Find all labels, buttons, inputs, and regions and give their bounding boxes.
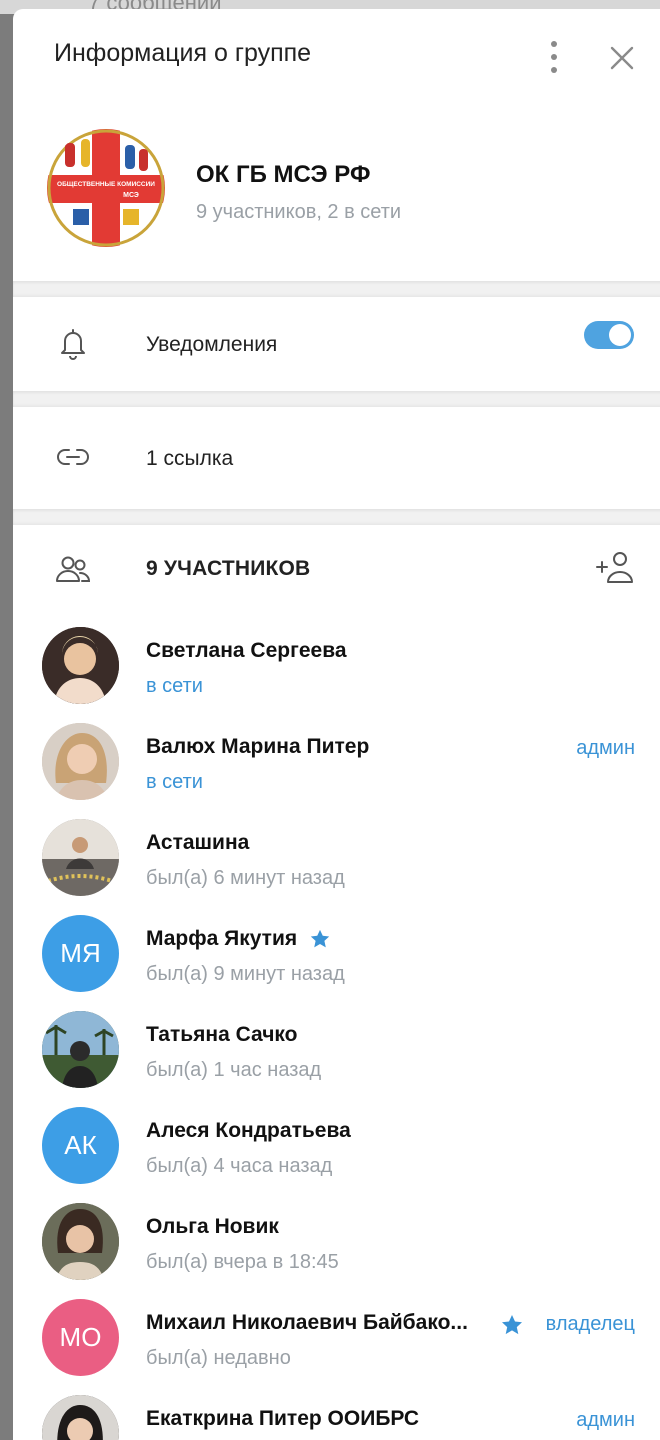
group-avatar[interactable]: ОБЩЕСТВЕННЫЕ КОМИССИИ МСЭ (47, 129, 165, 247)
member-name: Асташина (146, 831, 250, 854)
member-status: был(а) 9 минут назад (146, 963, 345, 985)
member-row[interactable]: Екаткрина Питер ООИБРС админ (13, 1393, 660, 1440)
member-status: был(а) 6 минут назад (146, 867, 345, 889)
member-name: Валюх Марина Питер (146, 735, 370, 758)
toggle-knob (609, 324, 631, 346)
panel-title: Информация о группе (54, 39, 312, 67)
member-avatar: МО (42, 1299, 119, 1376)
member-avatar (42, 1203, 119, 1280)
member-photo (42, 1203, 119, 1280)
premium-star-icon (310, 930, 330, 948)
members-header: 9 УЧАСТНИКОВ (13, 525, 660, 615)
svg-text:МСЭ: МСЭ (123, 192, 139, 199)
members-count-title: 9 УЧАСТНИКОВ (146, 557, 311, 580)
group-card: ОБЩЕСТВЕННЫЕ КОМИССИИ МСЭ ОК ГБ МСЭ РФ 9… (13, 105, 660, 281)
member-avatar (42, 1395, 119, 1440)
member-name: Марфа Якутия (146, 927, 298, 950)
notifications-label: Уведомления (146, 333, 278, 356)
member-photo (42, 723, 119, 800)
member-name: Татьяна Сачко (146, 1023, 298, 1046)
member-status: был(а) недавно (146, 1347, 291, 1369)
add-user-icon (596, 552, 633, 583)
bell-icon (61, 329, 85, 360)
member-name-wrap: Марфа Якутия (146, 927, 331, 951)
close-icon (610, 46, 634, 70)
member-role-badge: админ (576, 737, 635, 759)
member-name: Екаткрина Питер ООИБРС (146, 1407, 420, 1430)
member-status: был(а) вчера в 18:45 (146, 1251, 339, 1273)
member-photo (42, 819, 119, 896)
link-icon (57, 449, 89, 465)
section-divider (13, 391, 660, 407)
member-row[interactable]: Валюх Марина Питер в сети админ (13, 721, 660, 817)
section-divider (13, 281, 660, 297)
member-name: Михаил Николаевич Байбако... (146, 1311, 468, 1334)
links-label: 1 ссылка (146, 447, 234, 470)
group-members-count: 9 участников, 2 в сети (196, 201, 402, 223)
more-menu-button[interactable] (539, 37, 569, 77)
member-role-badge: владелец (545, 1313, 635, 1335)
group-name: ОК ГБ МСЭ РФ (196, 161, 371, 188)
member-row[interactable]: АК Алеся Кондратьева был(а) 4 часа назад (13, 1105, 660, 1201)
svg-text:ОБЩЕСТВЕННЫЕ КОМИССИИ: ОБЩЕСТВЕННЫЕ КОМИССИИ (57, 181, 155, 188)
notifications-toggle[interactable] (584, 321, 634, 349)
add-member-button[interactable] (593, 547, 637, 587)
member-photo (42, 1011, 119, 1088)
member-avatar (42, 627, 119, 704)
member-name: Светлана Сергеева (146, 639, 347, 662)
member-row[interactable]: МО Михаил Николаевич Байбако... владелец… (13, 1297, 660, 1393)
panel-header: Информация о группе (13, 9, 660, 105)
group-info-panel: Информация о группе ОБЩЕСТВЕННЫЕ КОМИССИ… (13, 9, 660, 1440)
member-photo (42, 627, 119, 704)
group-logo-image: ОБЩЕСТВЕННЫЕ КОМИССИИ МСЭ (47, 129, 165, 247)
member-row[interactable]: Ольга Новик был(а) вчера в 18:45 (13, 1201, 660, 1297)
member-photo (42, 1395, 119, 1440)
links-row[interactable]: 1 ссылка (13, 407, 660, 509)
premium-star-icon (502, 1315, 522, 1335)
member-status: в сети (146, 675, 203, 697)
member-name: Ольга Новик (146, 1215, 279, 1238)
member-row[interactable]: Татьяна Сачко был(а) 1 час назад (13, 1009, 660, 1105)
close-button[interactable] (605, 41, 639, 75)
member-name: Алеся Кондратьева (146, 1119, 351, 1142)
member-row[interactable]: МЯ Марфа Якутия был(а) 9 минут назад (13, 913, 660, 1009)
member-role-badge: админ (576, 1409, 635, 1431)
member-avatar (42, 819, 119, 896)
member-status: был(а) 4 часа назад (146, 1155, 333, 1177)
member-avatar (42, 1011, 119, 1088)
member-avatar: МЯ (42, 915, 119, 992)
users-icon (56, 556, 91, 582)
member-status: в сети (146, 771, 203, 793)
member-avatar: АК (42, 1107, 119, 1184)
member-row[interactable]: Асташина был(а) 6 минут назад (13, 817, 660, 913)
notifications-row[interactable]: Уведомления (13, 297, 660, 391)
section-divider (13, 509, 660, 525)
member-status: был(а) 1 час назад (146, 1059, 322, 1081)
member-avatar (42, 723, 119, 800)
member-row[interactable]: Светлана Сергеева в сети (13, 625, 660, 721)
